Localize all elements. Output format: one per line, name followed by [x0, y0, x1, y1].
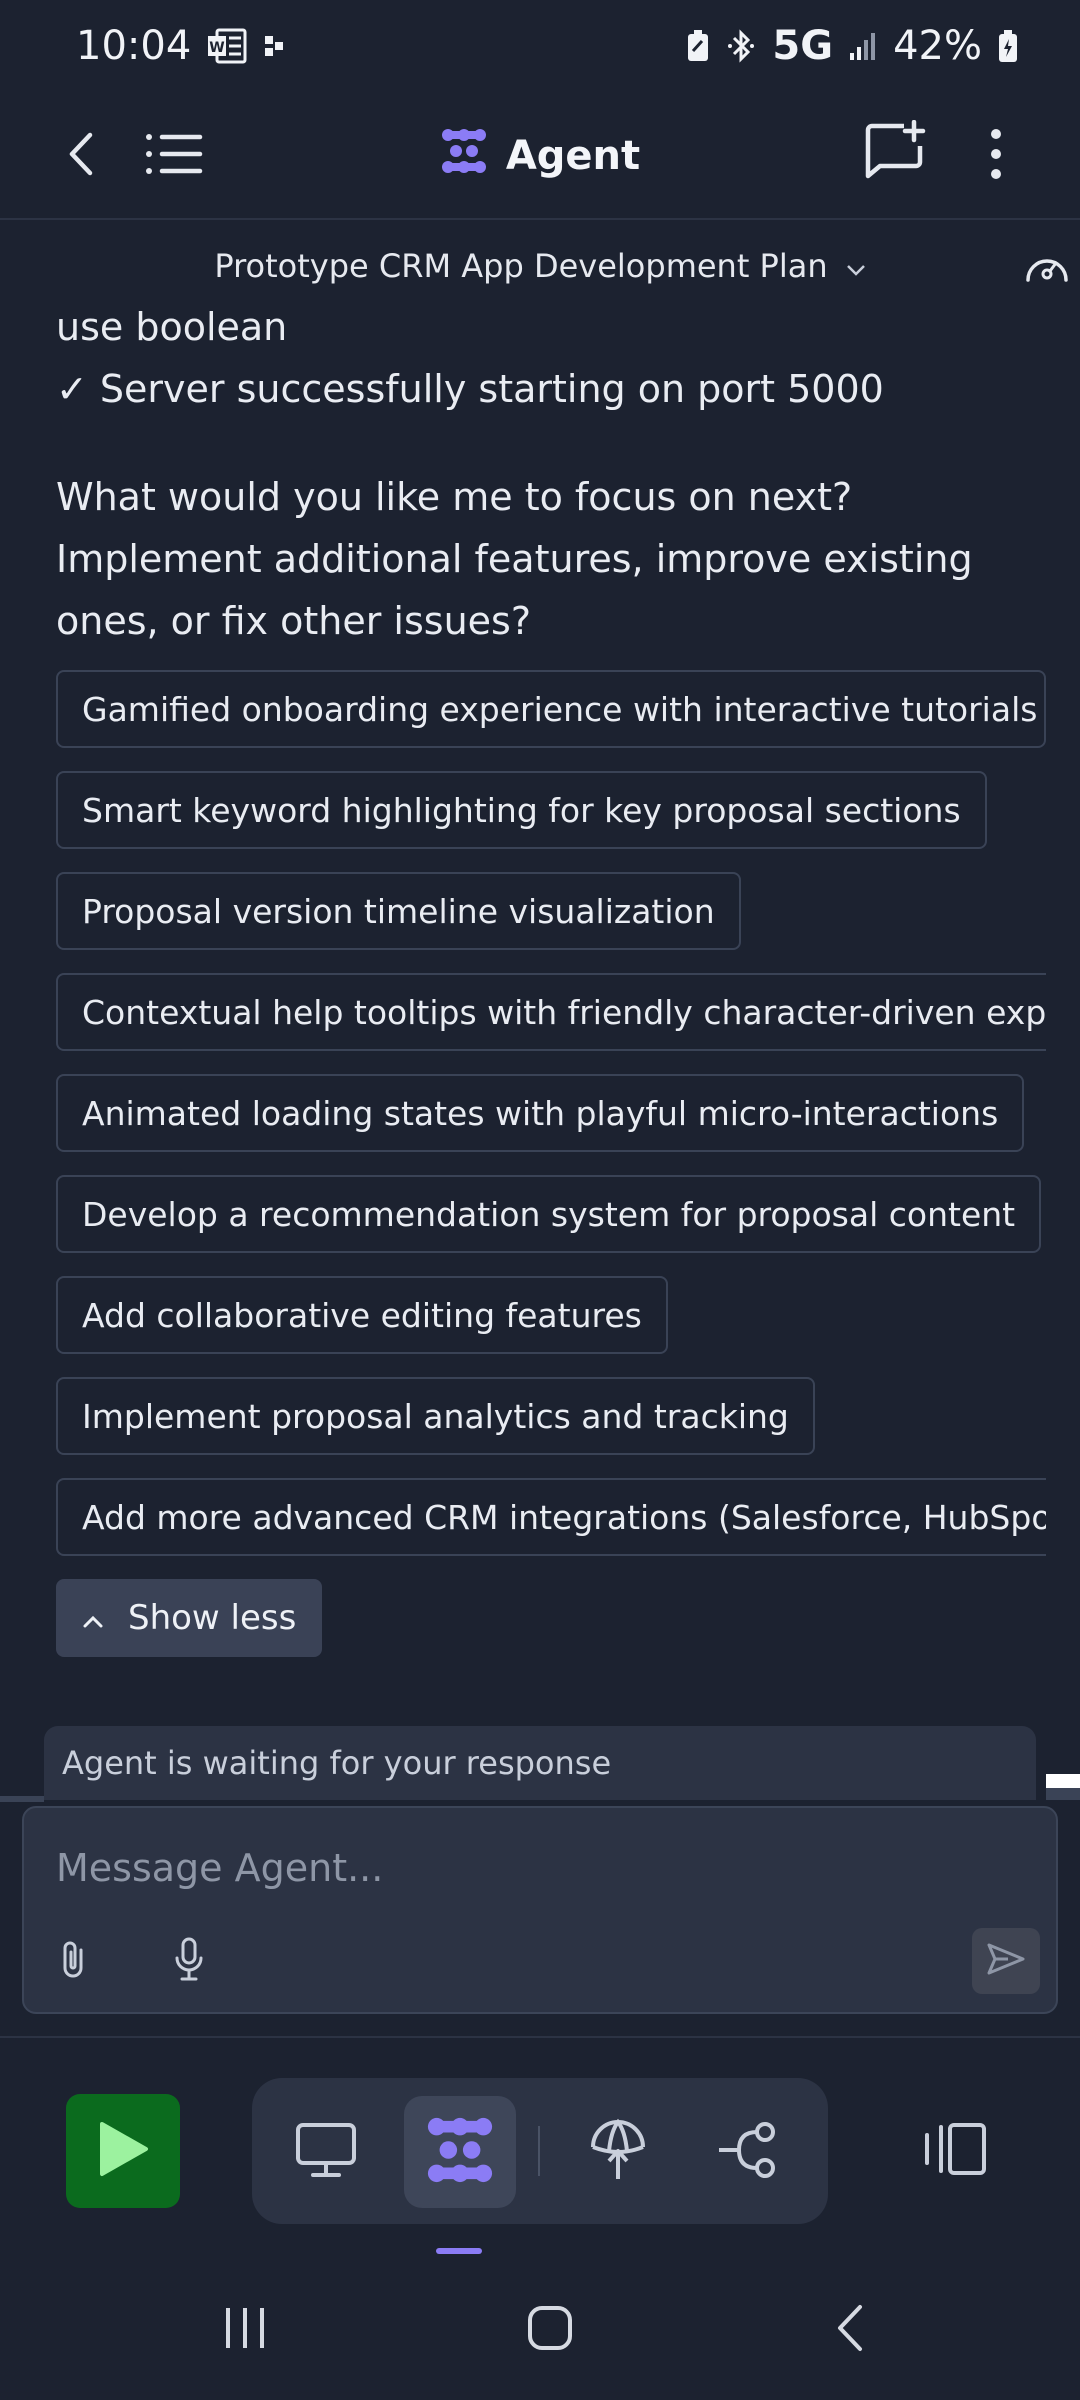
suggestion-chip[interactable]: Proposal version timeline visualization — [56, 872, 741, 950]
divider — [538, 2126, 540, 2176]
microphone-icon — [173, 1936, 205, 1986]
battery-icon — [998, 29, 1018, 63]
panels-button[interactable] — [900, 2094, 1010, 2208]
list-icon — [144, 132, 204, 180]
play-icon — [96, 2120, 150, 2182]
network-type: 5G — [772, 23, 834, 69]
suggestion-chip[interactable]: Add collaborative editing features — [56, 1276, 668, 1354]
recent-apps-button[interactable] — [210, 2290, 280, 2370]
chevron-down-icon — [846, 247, 866, 285]
agent-icon — [425, 2115, 495, 2189]
chevron-up-icon — [82, 1598, 104, 1638]
new-chat-button[interactable] — [854, 110, 938, 194]
preview-tab[interactable] — [270, 2096, 382, 2208]
battery-saver-icon — [686, 29, 710, 63]
deploy-tab[interactable] — [562, 2096, 674, 2208]
attach-button[interactable] — [42, 1928, 104, 1994]
message-question: What would you like me to focus on next? — [56, 475, 853, 519]
status-left: 10:04 W — [76, 23, 287, 69]
show-less-button[interactable]: Show less — [56, 1579, 323, 1657]
divider — [0, 2036, 1080, 2038]
system-back-button[interactable] — [818, 2290, 882, 2370]
chat-list-button[interactable] — [134, 116, 214, 196]
message-question: Implement additional features, improve e… — [56, 537, 973, 581]
status-bar: 10:04 W 5G 42% — [0, 0, 1080, 92]
message-line: use boolean — [56, 305, 288, 349]
agent-tab[interactable] — [404, 2096, 516, 2208]
git-icon — [717, 2120, 779, 2184]
message-composer — [22, 1806, 1058, 2014]
deploy-icon — [589, 2117, 647, 2187]
app-header: Agent — [0, 92, 1080, 220]
more-options-button[interactable] — [958, 116, 1034, 196]
git-tab[interactable] — [692, 2096, 804, 2208]
agent-message: use boolean ✓ Server successfully starti… — [56, 296, 1046, 652]
svg-text:W: W — [210, 40, 225, 56]
run-button[interactable] — [66, 2094, 180, 2208]
message-line: ✓ Server successfully starting on port 5… — [56, 367, 884, 411]
system-back-icon — [832, 2303, 868, 2357]
battery-percent: 42% — [893, 23, 982, 69]
suggestion-chip[interactable]: Animated loading states with playful mic… — [56, 1074, 1025, 1152]
message-input[interactable] — [54, 1838, 954, 1898]
bluetooth-icon — [726, 29, 756, 63]
new-chat-icon — [864, 119, 928, 184]
word-icon: W — [207, 28, 247, 64]
agent-logo-icon — [440, 127, 488, 185]
home-button[interactable] — [510, 2290, 590, 2370]
suggestion-chip[interactable]: Implement proposal analytics and trackin… — [56, 1377, 815, 1455]
paperclip-icon — [59, 1938, 87, 1984]
active-tab-indicator — [436, 2248, 482, 2254]
monitor-icon — [295, 2122, 357, 2182]
suggestion-chip[interactable]: Smart keyword highlighting for key propo… — [56, 771, 987, 849]
suggestion-chip[interactable]: Gamified onboarding experience with inte… — [56, 670, 1046, 748]
suggestion-chip[interactable]: Contextual help tooltips with friendly c… — [56, 973, 1046, 1051]
chat-title-text: Prototype CRM App Development Plan — [214, 247, 828, 285]
back-button[interactable] — [42, 116, 122, 196]
panel-icon — [922, 2121, 988, 2181]
signal-icon — [849, 31, 877, 61]
send-icon — [986, 1941, 1026, 1981]
more-icon — [989, 128, 1003, 184]
notification-dot-icon — [263, 34, 287, 58]
suggestion-chip[interactable]: Add more advanced CRM integrations (Sale… — [56, 1478, 1046, 1556]
message-question: ones, or fix other issues? — [56, 599, 532, 643]
recent-apps-icon — [222, 2306, 268, 2354]
waiting-status: Agent is waiting for your response — [44, 1726, 1036, 1800]
suggestion-list: Gamified onboarding experience with inte… — [56, 670, 1046, 1657]
waiting-text: Agent is waiting for your response — [62, 1744, 612, 1782]
home-icon — [525, 2303, 575, 2357]
send-button[interactable] — [972, 1928, 1040, 1994]
back-icon — [62, 129, 102, 183]
divider — [0, 1796, 44, 1802]
suggestion-chip[interactable]: Develop a recommendation system for prop… — [56, 1175, 1042, 1253]
scroll-indicator — [1046, 1774, 1080, 1788]
gauge-icon[interactable] — [1024, 248, 1070, 288]
show-less-label: Show less — [128, 1598, 297, 1638]
voice-input-button[interactable] — [158, 1928, 220, 1994]
workspace-tools — [252, 2078, 828, 2224]
chat-title-dropdown[interactable]: Prototype CRM App Development Plan — [214, 247, 865, 285]
divider — [1046, 1788, 1080, 1800]
status-time: 10:04 — [76, 23, 192, 69]
chat-title-row: Prototype CRM App Development Plan — [0, 228, 1080, 304]
page-title: Agent — [505, 133, 641, 179]
status-right: 5G 42% — [686, 23, 1018, 69]
